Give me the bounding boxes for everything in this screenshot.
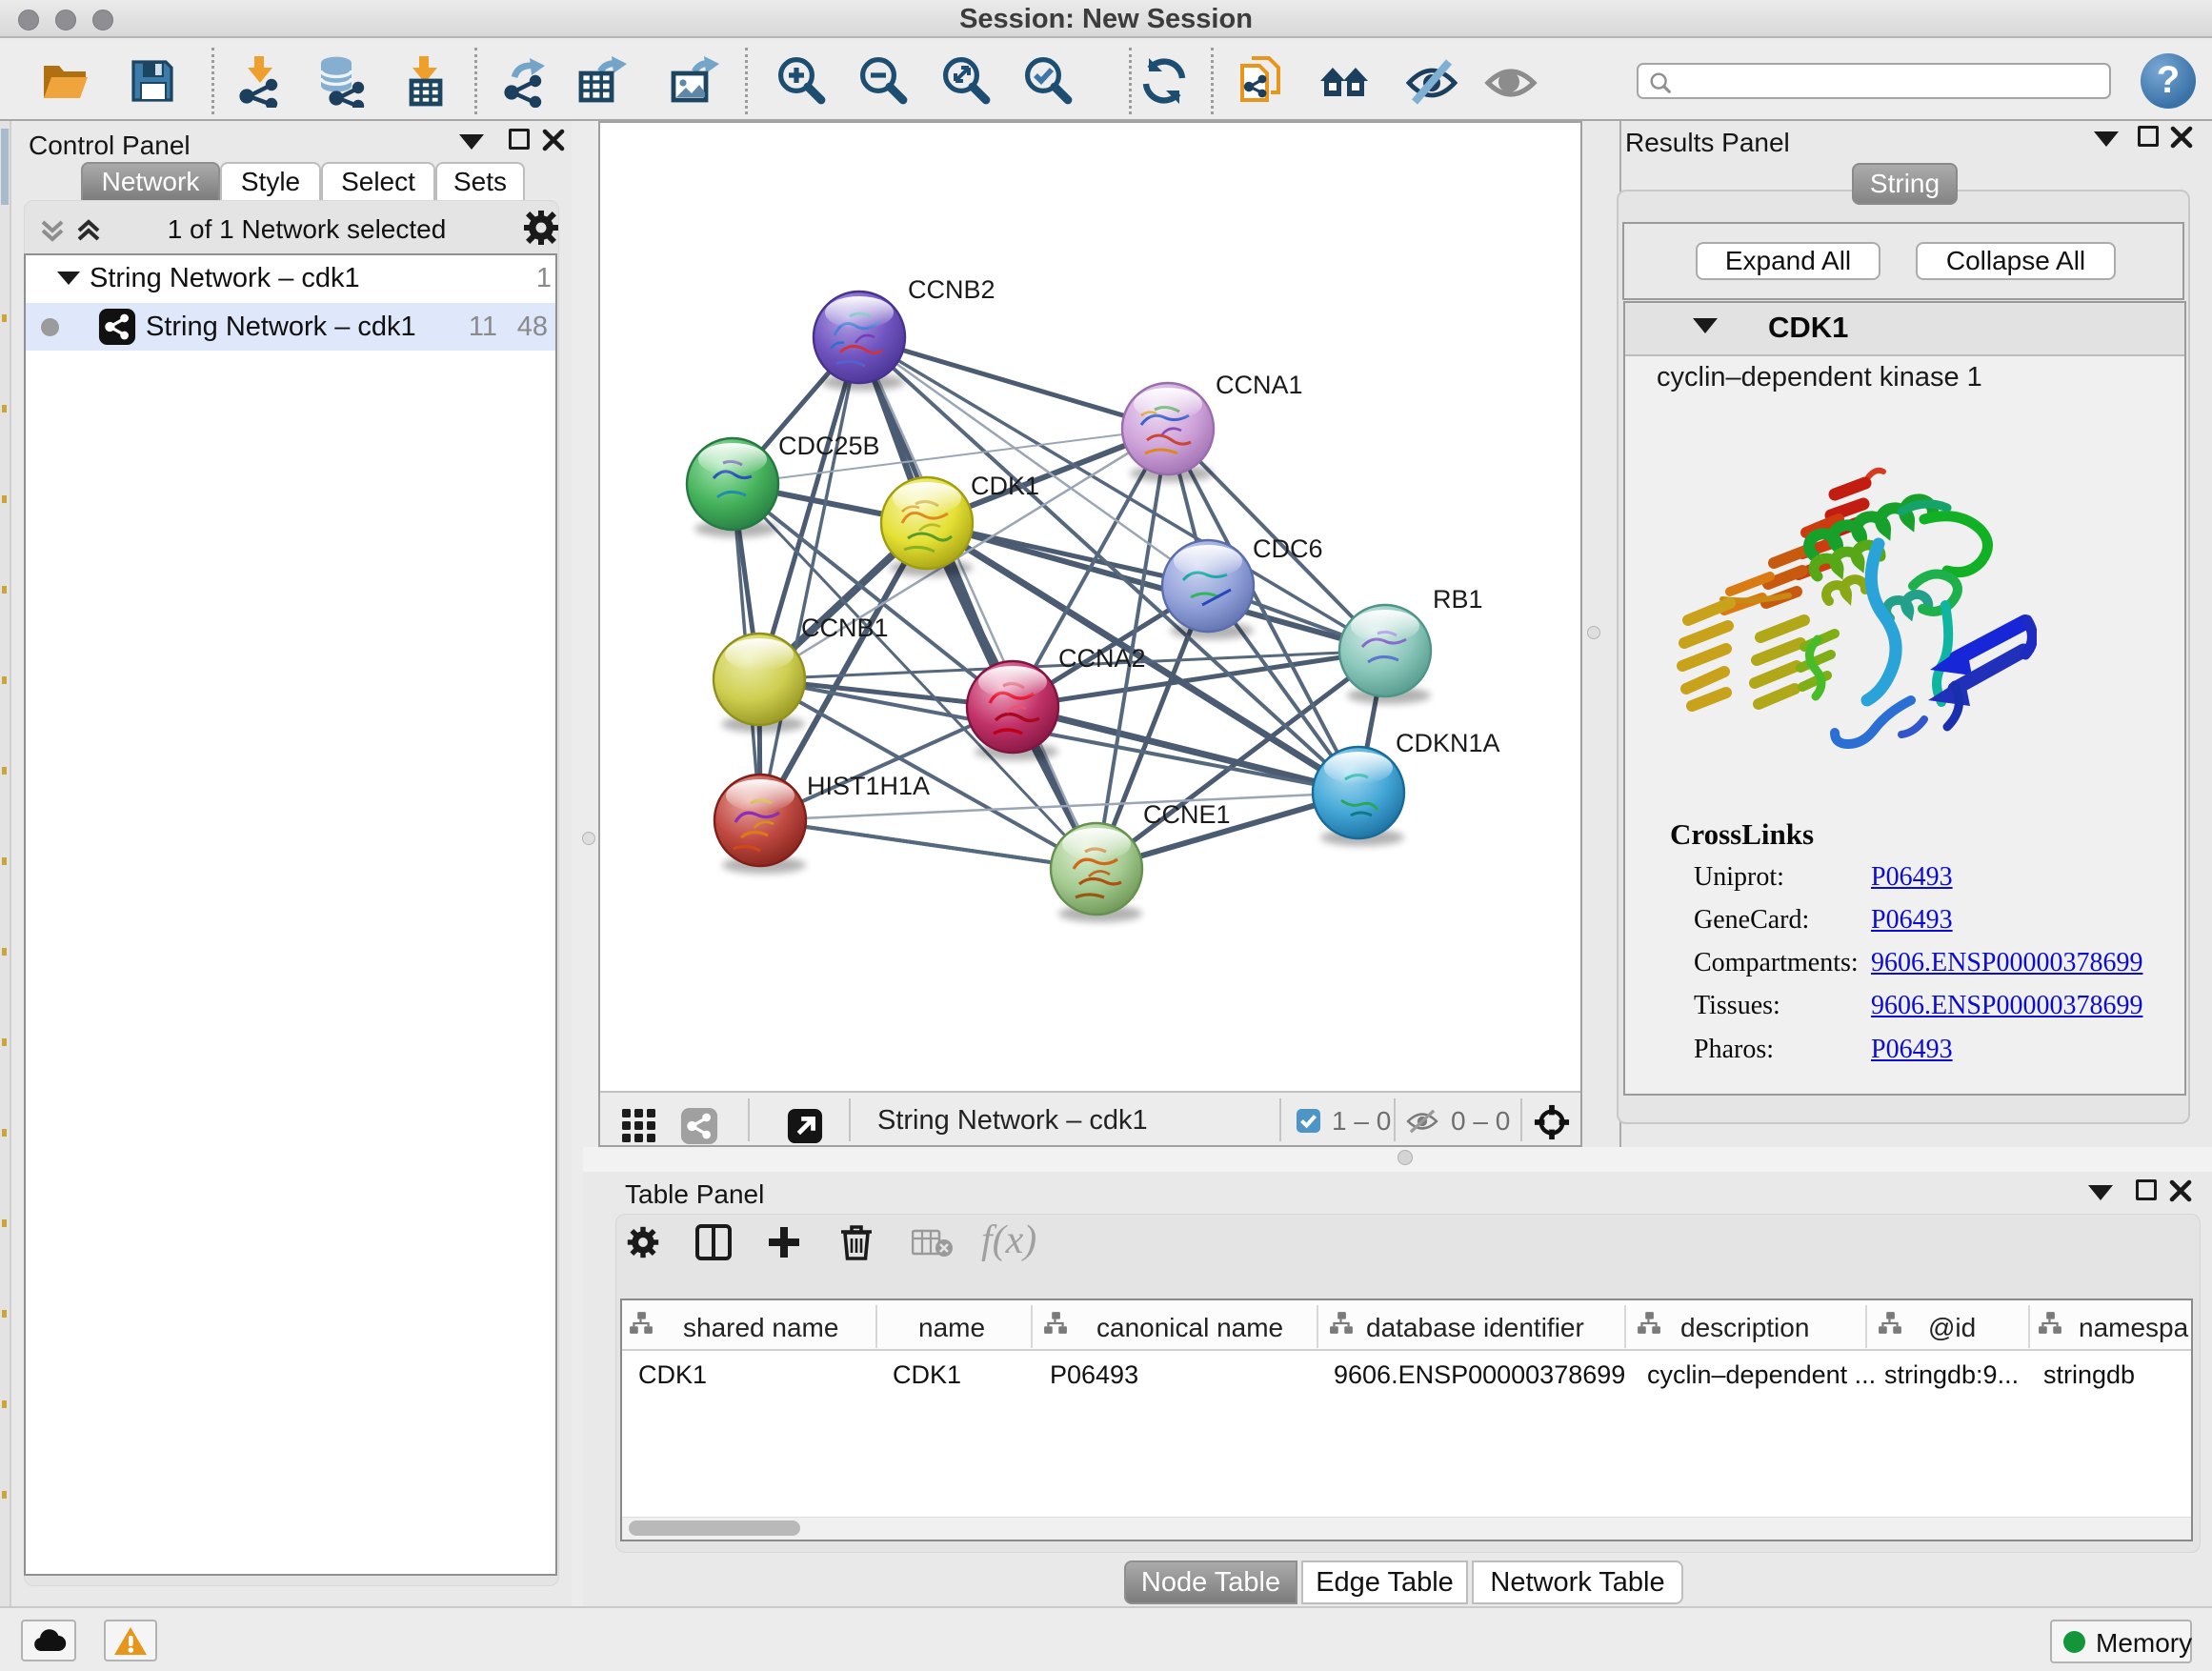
svg-text:HIST1H1A: HIST1H1A	[807, 772, 930, 800]
svg-text:CDC25B: CDC25B	[778, 432, 880, 460]
svg-text:CDKN1A: CDKN1A	[1396, 729, 1500, 757]
svg-text:CDK1: CDK1	[971, 472, 1039, 500]
svg-text:CCNB1: CCNB1	[801, 614, 889, 642]
svg-text:CCNA1: CCNA1	[1216, 371, 1303, 399]
svg-text:CCNA2: CCNA2	[1058, 644, 1146, 673]
svg-text:RB1: RB1	[1433, 585, 1483, 614]
svg-text:CDC6: CDC6	[1253, 534, 1323, 563]
svg-text:CCNB2: CCNB2	[908, 275, 995, 304]
svg-text:CCNE1: CCNE1	[1143, 800, 1231, 829]
